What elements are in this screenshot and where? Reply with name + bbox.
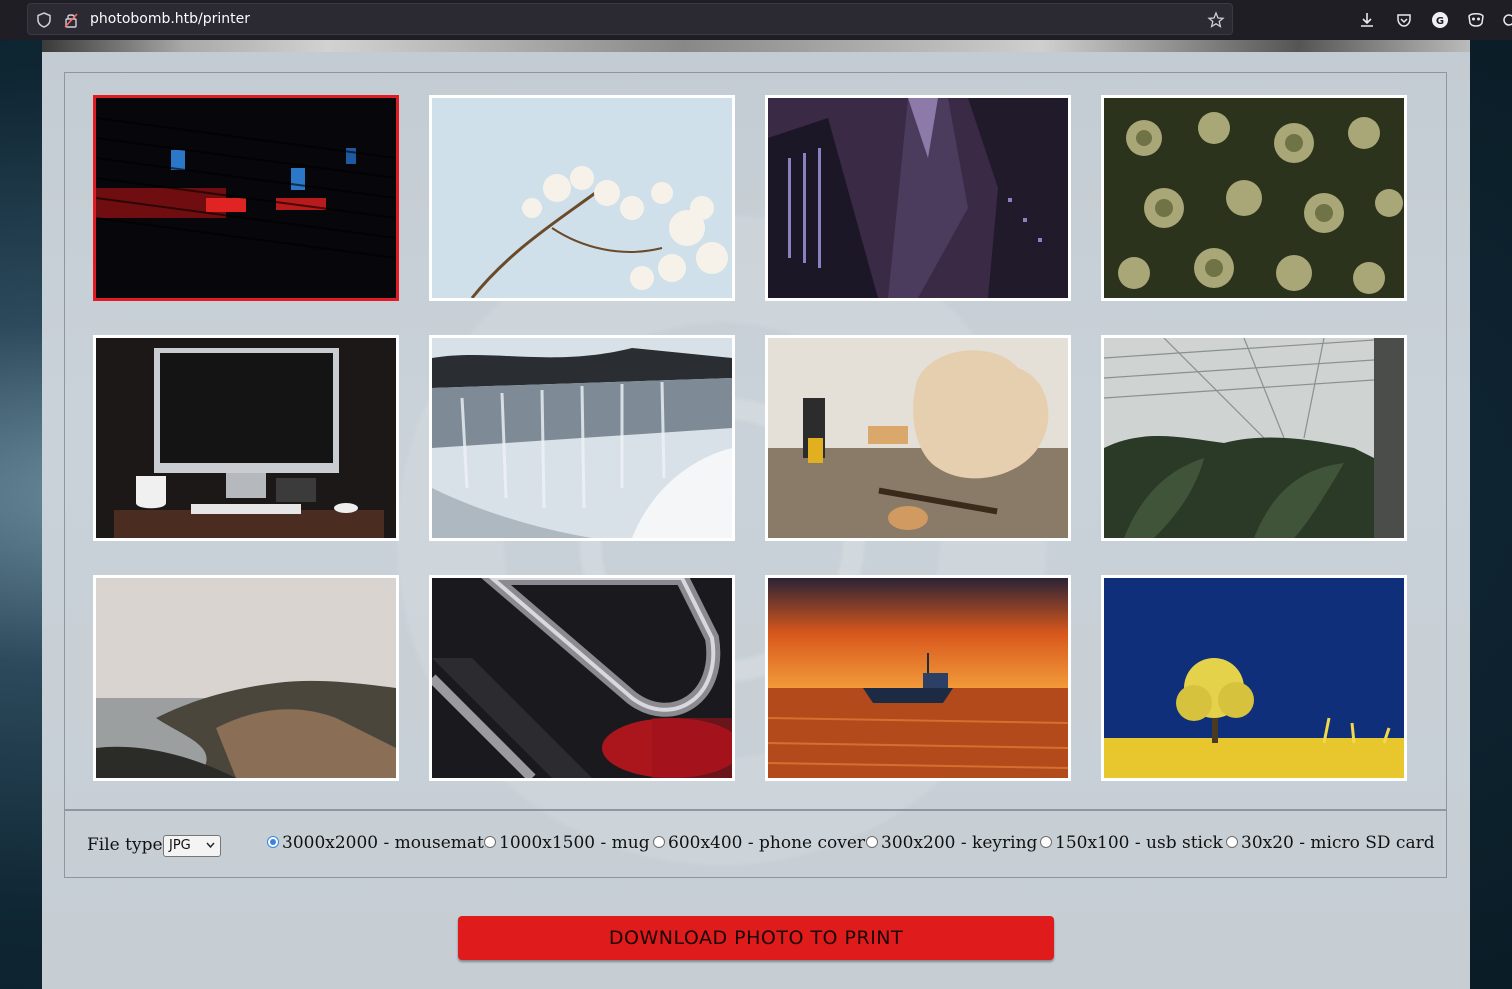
chevron-down-icon	[206, 842, 215, 848]
photo-thumb-waterfall[interactable]	[429, 335, 735, 541]
size-label-keyring: 300x200 - keyring	[881, 833, 1038, 853]
lock-insecure-icon[interactable]	[62, 11, 80, 29]
overflow-extension-icon[interactable]	[1500, 10, 1512, 30]
radio-keyring[interactable]	[866, 835, 878, 848]
photo-thumb-blossoms[interactable]	[429, 95, 735, 301]
photo-thumb-yellow-tree[interactable]	[1101, 575, 1407, 781]
photo-thumb-desktop[interactable]	[93, 335, 399, 541]
greenhouse-image	[1104, 338, 1404, 538]
size-option-mug[interactable]: 1000x1500 - mug	[484, 833, 650, 855]
pocket-icon[interactable]	[1394, 10, 1414, 30]
print-options: File type JPG 3000x2000 - mousemat 1000x…	[64, 810, 1447, 878]
radio-micro-sd[interactable]	[1226, 835, 1238, 848]
shield-icon[interactable]	[35, 11, 53, 29]
photo-thumb-workbench[interactable]	[765, 335, 1071, 541]
download-photo-button[interactable]: DOWNLOAD PHOTO TO PRINT	[458, 916, 1054, 960]
address-bar[interactable]: photobomb.htb/printer	[27, 3, 1233, 35]
radio-phone-cover[interactable]	[653, 835, 665, 848]
account-g-icon[interactable]: G	[1430, 10, 1450, 30]
size-label-usb-stick: 150x100 - usb stick	[1055, 833, 1223, 853]
file-type-select[interactable]: JPG	[163, 835, 221, 857]
blossoms-image	[432, 98, 732, 298]
photo-thumb-neon[interactable]	[93, 95, 399, 301]
url-text[interactable]: photobomb.htb/printer	[90, 11, 250, 27]
radio-mug[interactable]	[484, 835, 496, 848]
size-option-keyring[interactable]: 300x200 - keyring	[866, 833, 1037, 855]
radio-usb-stick[interactable]	[1040, 835, 1052, 848]
svg-text:G: G	[1436, 16, 1444, 27]
star-bookmark-icon[interactable]	[1207, 11, 1225, 29]
size-option-usb-stick[interactable]: 150x100 - usb stick	[1040, 833, 1223, 855]
extension-mask-icon[interactable]	[1466, 10, 1486, 30]
succulents-image	[1104, 98, 1404, 298]
coastline-image	[96, 578, 396, 778]
header-image-strip	[42, 40, 1470, 52]
yellow-tree-image	[1104, 578, 1404, 778]
size-label-mug: 1000x1500 - mug	[499, 833, 650, 853]
frozen-waterfall-image	[432, 338, 732, 538]
size-option-micro-sd[interactable]: 30x20 - micro SD card	[1226, 833, 1435, 855]
photo-thumb-succulents[interactable]	[1101, 95, 1407, 301]
download-icon[interactable]	[1357, 10, 1377, 30]
skyscrapers-image	[768, 98, 1068, 298]
photo-thumb-boat-sunset[interactable]	[765, 575, 1071, 781]
size-label-micro-sd: 30x20 - micro SD card	[1241, 833, 1435, 853]
photo-thumb-skyscrapers[interactable]	[765, 95, 1071, 301]
size-option-mousemat[interactable]: 3000x2000 - mousemat	[267, 833, 484, 855]
radio-mousemat[interactable]	[267, 835, 279, 848]
chrome-shapes-image	[432, 578, 732, 778]
file-type-value: JPG	[169, 838, 191, 853]
boat-sunset-image	[768, 578, 1068, 778]
size-label-mousemat: 3000x2000 - mousemat	[282, 833, 484, 853]
photo-thumb-greenhouse[interactable]	[1101, 335, 1407, 541]
desktop-computer-image	[96, 338, 396, 538]
photo-gallery	[64, 72, 1447, 810]
neon-light-image	[96, 98, 396, 298]
photo-thumb-coastline[interactable]	[93, 575, 399, 781]
browser-toolbar: photobomb.htb/printer G	[0, 0, 1512, 40]
size-option-phone-cover[interactable]: 600x400 - phone cover	[653, 833, 865, 855]
size-label-phone-cover: 600x400 - phone cover	[668, 833, 866, 853]
photo-thumb-chrome-shapes[interactable]	[429, 575, 735, 781]
workbench-image	[768, 338, 1068, 538]
file-type-label: File type	[87, 835, 163, 855]
printer-page: File type JPG 3000x2000 - mousemat 1000x…	[42, 40, 1470, 989]
